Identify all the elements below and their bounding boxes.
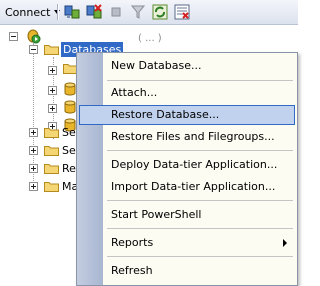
object-explorer-toolbar: Connect (0, 0, 298, 25)
connect-label: Connect (5, 5, 51, 19)
server-name-label: ( ... ) (138, 33, 162, 44)
menu-item-reports[interactable]: Reports (79, 233, 295, 253)
menu-item-label: Deploy Data-tier Application... (111, 158, 278, 171)
tree-node-server-objects[interactable]: Se (62, 143, 76, 158)
menu-separator (107, 256, 293, 257)
menu-item-label: Start PowerShell (111, 208, 202, 221)
menu-item-label: Reports (111, 236, 154, 249)
database-icon (64, 82, 76, 96)
server-icon (27, 29, 41, 44)
expand-expander[interactable] (29, 128, 38, 137)
collapse-expander[interactable] (29, 45, 38, 54)
menu-item-label: Restore Database... (111, 108, 220, 121)
folder-icon (44, 128, 59, 138)
folder-icon (44, 45, 59, 55)
object-explorer-details-icon[interactable] (174, 4, 190, 20)
filter-icon[interactable] (130, 4, 146, 20)
database-icon (64, 100, 76, 114)
collapse-expander[interactable] (9, 32, 18, 41)
menu-item-label: Restore Files and Filegroups... (111, 130, 275, 143)
context-menu: New Database... Attach... Restore Databa… (76, 52, 298, 286)
menu-separator (107, 150, 293, 151)
menu-item-label: Attach... (111, 86, 158, 99)
menu-item-import-data-tier[interactable]: Import Data-tier Application... (79, 177, 295, 197)
menu-separator (107, 200, 293, 201)
menu-separator (107, 228, 293, 229)
expand-expander[interactable] (48, 66, 57, 75)
folder-icon (44, 146, 59, 156)
expand-expander[interactable] (29, 164, 38, 173)
menu-item-restore-files[interactable]: Restore Files and Filegroups... (79, 127, 295, 147)
tree-node-replication[interactable]: Re (62, 161, 76, 176)
toolbar-separator (57, 4, 58, 20)
menu-item-restore-database[interactable]: Restore Database... (79, 105, 295, 125)
refresh-icon[interactable] (152, 4, 168, 20)
tree-node-security[interactable]: Se (62, 125, 76, 140)
menu-item-attach[interactable]: Attach... (79, 83, 295, 103)
menu-item-label: New Database... (111, 59, 202, 72)
menu-item-new-database[interactable]: New Database... (79, 56, 295, 76)
menu-item-deploy-data-tier[interactable]: Deploy Data-tier Application... (79, 155, 295, 175)
menu-item-refresh[interactable]: Refresh (79, 261, 295, 281)
submenu-arrow-icon (283, 239, 287, 247)
expand-expander[interactable] (29, 146, 38, 155)
expand-expander[interactable] (48, 86, 57, 95)
expand-expander[interactable] (29, 182, 38, 191)
stop-icon[interactable] (108, 4, 124, 20)
menu-item-label: Refresh (111, 264, 153, 277)
connect-button[interactable]: Connect (2, 3, 63, 21)
connect-object-explorer-icon[interactable] (64, 4, 80, 20)
folder-icon (44, 164, 59, 174)
folder-icon (44, 182, 59, 192)
menu-item-start-powershell[interactable]: Start PowerShell (79, 205, 295, 225)
menu-separator (107, 80, 293, 81)
menu-item-label: Import Data-tier Application... (111, 180, 276, 193)
disconnect-icon[interactable] (86, 4, 102, 20)
expand-expander[interactable] (48, 104, 57, 113)
